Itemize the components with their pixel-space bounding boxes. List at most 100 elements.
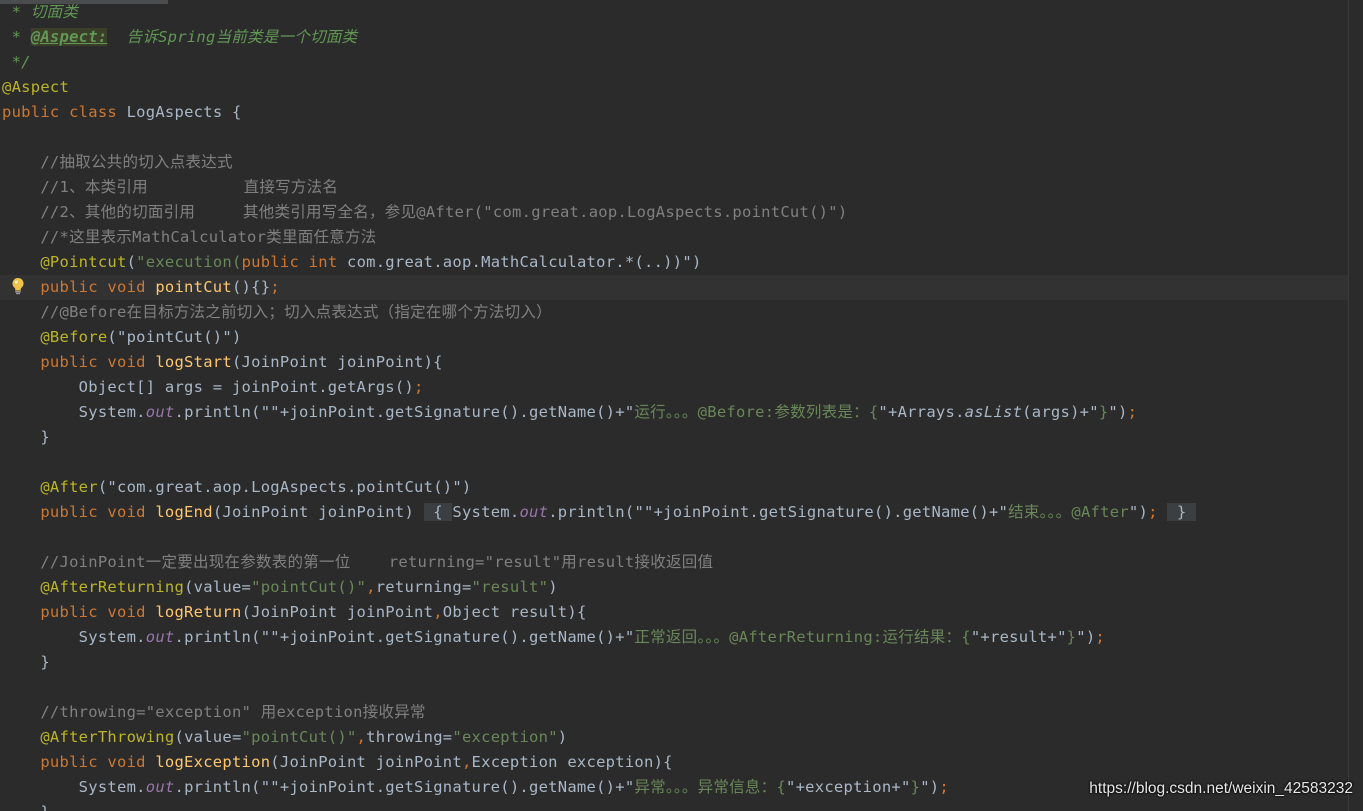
lightbulb-icon[interactable] [10,277,26,295]
code-token: 运行。。。@Before:参数列表是：{ [634,403,879,421]
code-token: com.great.aop.MathCalculator.*(..))" [346,253,692,271]
code-line[interactable]: public void pointCut(){}; [0,275,1363,300]
code-token: ") [1128,503,1149,521]
code-token: } [2,428,50,446]
code-line[interactable]: //*这里表示MathCalculator类里面任意方法 [0,225,376,250]
code-line[interactable]: */ [0,50,31,75]
code-token: 异常。。。异常信息：{ [634,778,787,796]
code-token: ) [691,253,702,271]
code-line[interactable]: //JoinPoint一定要出现在参数表的第一位 returning="resu… [0,550,713,575]
code-line[interactable]: System.out.println(""+joinPoint.getSigna… [0,775,949,800]
code-token: throwing= [366,728,453,746]
code-line[interactable]: } [0,650,50,675]
code-line[interactable]: @After("com.great.aop.LogAspects.pointCu… [0,475,472,500]
code-token: //1、本类引用 直接写方法名 [2,178,339,196]
code-line[interactable]: Object[] args = joinPoint.getArgs(); [0,375,424,400]
code-token: .println(""+joinPoint.getSignature().get… [174,628,635,646]
code-line[interactable]: //抽取公共的切入点表达式 [0,150,233,175]
code-token: public void [40,753,156,771]
code-line[interactable] [0,525,2,550]
code-line[interactable]: * 切面类 [0,0,78,25]
code-token: logStart [155,353,232,371]
code-token: ") [1108,403,1128,421]
code-token: (JoinPoint joinPoint) [212,503,424,521]
code-token: , [356,728,367,746]
code-token: ("pointCut()") [107,328,242,346]
code-token: System. [2,403,146,421]
code-token: "pointCut()" [241,728,357,746]
code-line[interactable] [0,675,2,700]
code-token: .println(""+joinPoint.getSignature().get… [548,503,1009,521]
code-line[interactable]: //1、本类引用 直接写方法名 [0,175,338,200]
code-token: //JoinPoint一定要出现在参数表的第一位 returning="resu… [2,553,714,571]
code-token: "pointCut()" [251,578,367,596]
code-token: Object result){ [442,603,587,621]
code-token: , [433,603,443,621]
code-token: 告诉Spring当前类是一个切面类 [107,28,358,46]
code-token: 正常返回。。。@AfterReturning:运行结果：{ [634,628,971,646]
code-line[interactable]: public class LogAspects { [0,100,242,125]
code-token: "+Arrays. [878,403,965,421]
code-token: ) [548,578,558,596]
code-line[interactable]: public void logStart(JoinPoint joinPoint… [0,350,443,375]
code-token: (args)+" [1022,403,1099,421]
code-line[interactable]: System.out.println(""+joinPoint.getSigna… [0,625,1105,650]
code-token: } [1167,503,1196,521]
code-token: //2、其他的切面引用 其他类引用写全名，参见@After("com.great… [2,203,848,221]
watermark-url: https://blog.csdn.net/weixin_42583232 [1089,780,1353,797]
code-token: @AfterReturning [40,578,185,596]
code-token: public void [40,278,156,296]
code-editor[interactable]: * 切面类 * @Aspect: 告诉Spring当前类是一个切面类 */ @As… [0,0,1363,811]
code-token: pointCut [155,278,232,296]
code-line[interactable]: @Pointcut("execution(public int com.grea… [0,250,702,275]
code-token: "+exception+" [786,778,911,796]
code-line[interactable]: public void logReturn(JoinPoint joinPoin… [0,600,587,625]
code-line[interactable]: //2、其他的切面引用 其他类引用写全名，参见@After("com.great… [0,200,847,225]
code-line[interactable]: * @Aspect: 告诉Spring当前类是一个切面类 [0,25,357,50]
code-line[interactable]: public void logEnd(JoinPoint joinPoint) … [0,500,1196,525]
code-line[interactable]: //throwing="exception" 用exception接收异常 [0,700,426,725]
code-token: out [519,503,549,521]
code-line[interactable] [0,125,2,150]
code-line[interactable]: public void logException(JoinPoint joinP… [0,750,673,775]
code-line[interactable]: //@Before在目标方法之前切入；切入点表达式（指定在哪个方法切入） [0,300,552,325]
code-token: ; [1095,628,1106,646]
code-token: ; [270,278,280,296]
code-token: (JoinPoint joinPoint [241,603,434,621]
code-token: @Aspect: [30,28,108,46]
code-token: } [1098,403,1109,421]
code-token: Exception exception){ [471,753,673,771]
code-token: "+result+" [970,628,1067,646]
code-line[interactable]: @AfterThrowing(value="pointCut()",throwi… [0,725,567,750]
code-token: asList [964,403,1023,421]
code-token: , [366,578,376,596]
code-token: ; [1127,403,1138,421]
code-token: @AfterThrowing [40,728,175,746]
code-line[interactable]: @AfterReturning(value="pointCut()",retur… [0,575,558,600]
code-token: ) [557,728,568,746]
code-token: out [145,778,175,796]
code-token: * [2,28,31,46]
code-token: System. [2,628,146,646]
code-line[interactable]: } [0,800,50,811]
code-line[interactable]: } [0,425,50,450]
lightbulb-icon-glyph [12,278,24,295]
code-token: @Pointcut [40,253,127,271]
code-token: (JoinPoint joinPoint){ [231,353,443,371]
code-token: (JoinPoint joinPoint [270,753,462,771]
code-token: "execution( [136,253,242,271]
code-token: //throwing="exception" 用exception接收异常 [2,703,426,721]
code-token: @Before [40,328,108,346]
code-line[interactable]: @Aspect [0,75,69,100]
code-line[interactable]: @Before("pointCut()") [0,325,242,350]
code-line[interactable]: System.out.println(""+joinPoint.getSigna… [0,400,1137,425]
code-line[interactable] [0,450,2,475]
code-token: ("com.great.aop.LogAspects.pointCut()") [97,478,472,496]
code-token: .println(""+joinPoint.getSignature().get… [174,778,635,796]
vertical-scrollbar[interactable] [1348,0,1363,811]
